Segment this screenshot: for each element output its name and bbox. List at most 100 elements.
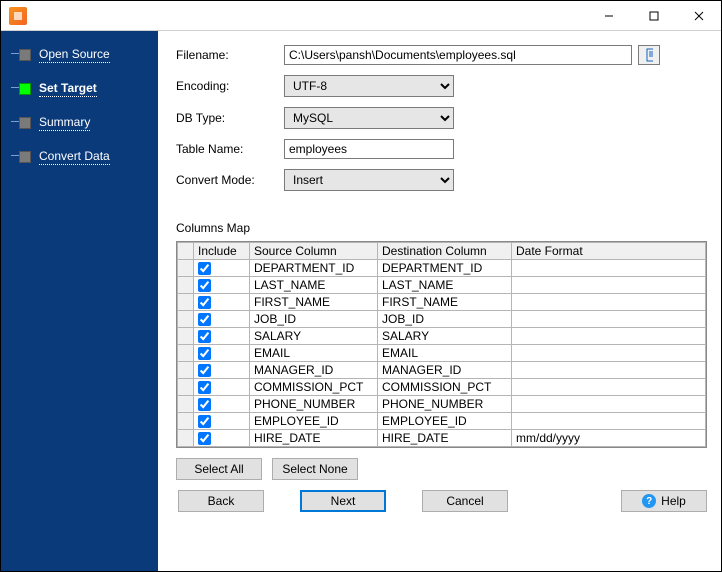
source-cell[interactable]: EMPLOYEE_ID: [250, 413, 378, 430]
table-row[interactable]: DEPARTMENT_IDDEPARTMENT_ID: [178, 260, 706, 277]
dest-cell[interactable]: PHONE_NUMBER: [378, 396, 512, 413]
fmt-cell[interactable]: [512, 260, 706, 277]
row-handle[interactable]: [178, 396, 194, 413]
row-handle[interactable]: [178, 328, 194, 345]
table-row[interactable]: EMPLOYEE_IDEMPLOYEE_ID: [178, 413, 706, 430]
table-row[interactable]: JOB_IDJOB_ID: [178, 311, 706, 328]
source-cell[interactable]: SALARY: [250, 328, 378, 345]
fmt-cell[interactable]: [512, 362, 706, 379]
source-header[interactable]: Source Column: [250, 243, 378, 260]
row-handle[interactable]: [178, 294, 194, 311]
include-checkbox[interactable]: [198, 262, 211, 275]
dest-cell[interactable]: HIRE_DATE: [378, 430, 512, 447]
sidebar-item-label[interactable]: Open Source: [39, 47, 110, 63]
next-button[interactable]: Next: [300, 490, 386, 512]
cancel-button[interactable]: Cancel: [422, 490, 508, 512]
include-cell[interactable]: [194, 260, 250, 277]
select-none-button[interactable]: Select None: [272, 458, 358, 480]
row-handle[interactable]: [178, 311, 194, 328]
row-handle[interactable]: [178, 345, 194, 362]
include-checkbox[interactable]: [198, 313, 211, 326]
dest-cell[interactable]: EMPLOYEE_ID: [378, 413, 512, 430]
maximize-button[interactable]: [631, 1, 676, 31]
sidebar-item-open-source[interactable]: Open Source: [1, 43, 158, 67]
source-cell[interactable]: LAST_NAME: [250, 277, 378, 294]
table-row[interactable]: LAST_NAMELAST_NAME: [178, 277, 706, 294]
minimize-button[interactable]: [586, 1, 631, 31]
sidebar-item-label[interactable]: Summary: [39, 115, 90, 131]
table-row[interactable]: SALARYSALARY: [178, 328, 706, 345]
row-handle[interactable]: [178, 260, 194, 277]
include-cell[interactable]: [194, 379, 250, 396]
sidebar-item-label[interactable]: Convert Data: [39, 149, 110, 165]
fmt-cell[interactable]: mm/dd/yyyy: [512, 430, 706, 447]
close-button[interactable]: [676, 1, 721, 31]
include-checkbox[interactable]: [198, 330, 211, 343]
include-checkbox[interactable]: [198, 432, 211, 445]
fmt-cell[interactable]: [512, 413, 706, 430]
include-cell[interactable]: [194, 277, 250, 294]
source-cell[interactable]: COMMISSION_PCT: [250, 379, 378, 396]
fmt-cell[interactable]: [512, 277, 706, 294]
fmt-cell[interactable]: [512, 379, 706, 396]
back-button[interactable]: Back: [178, 490, 264, 512]
select-all-button[interactable]: Select All: [176, 458, 262, 480]
convertmode-select[interactable]: Insert: [284, 169, 454, 191]
sidebar-item-summary[interactable]: Summary: [1, 111, 158, 135]
row-handle[interactable]: [178, 430, 194, 447]
include-checkbox[interactable]: [198, 279, 211, 292]
include-cell[interactable]: [194, 413, 250, 430]
source-cell[interactable]: DEPARTMENT_ID: [250, 260, 378, 277]
fmt-cell[interactable]: [512, 328, 706, 345]
tablename-input[interactable]: [284, 139, 454, 159]
fmt-cell[interactable]: [512, 311, 706, 328]
dest-cell[interactable]: SALARY: [378, 328, 512, 345]
include-cell[interactable]: [194, 294, 250, 311]
include-cell[interactable]: [194, 430, 250, 447]
filename-input[interactable]: [284, 45, 632, 65]
browse-button[interactable]: [638, 45, 660, 65]
dest-cell[interactable]: EMAIL: [378, 345, 512, 362]
include-checkbox[interactable]: [198, 381, 211, 394]
fmt-cell[interactable]: [512, 396, 706, 413]
dbtype-select[interactable]: MySQL: [284, 107, 454, 129]
dest-cell[interactable]: LAST_NAME: [378, 277, 512, 294]
table-row[interactable]: MANAGER_IDMANAGER_ID: [178, 362, 706, 379]
table-row[interactable]: HIRE_DATEHIRE_DATEmm/dd/yyyy: [178, 430, 706, 447]
include-checkbox[interactable]: [198, 347, 211, 360]
include-checkbox[interactable]: [198, 398, 211, 411]
include-checkbox[interactable]: [198, 415, 211, 428]
dest-cell[interactable]: MANAGER_ID: [378, 362, 512, 379]
include-cell[interactable]: [194, 396, 250, 413]
table-row[interactable]: COMMISSION_PCTCOMMISSION_PCT: [178, 379, 706, 396]
fmt-cell[interactable]: [512, 345, 706, 362]
include-cell[interactable]: [194, 345, 250, 362]
source-cell[interactable]: PHONE_NUMBER: [250, 396, 378, 413]
source-cell[interactable]: MANAGER_ID: [250, 362, 378, 379]
encoding-select[interactable]: UTF-8: [284, 75, 454, 97]
row-handle[interactable]: [178, 362, 194, 379]
row-handle[interactable]: [178, 379, 194, 396]
dest-cell[interactable]: JOB_ID: [378, 311, 512, 328]
fmt-header[interactable]: Date Format: [512, 243, 706, 260]
source-cell[interactable]: FIRST_NAME: [250, 294, 378, 311]
table-row[interactable]: EMAILEMAIL: [178, 345, 706, 362]
include-checkbox[interactable]: [198, 296, 211, 309]
include-cell[interactable]: [194, 311, 250, 328]
dest-header[interactable]: Destination Column: [378, 243, 512, 260]
table-row[interactable]: PHONE_NUMBERPHONE_NUMBER: [178, 396, 706, 413]
source-cell[interactable]: JOB_ID: [250, 311, 378, 328]
dest-cell[interactable]: FIRST_NAME: [378, 294, 512, 311]
include-header[interactable]: Include: [194, 243, 250, 260]
sidebar-item-convert-data[interactable]: Convert Data: [1, 145, 158, 169]
sidebar-item-label[interactable]: Set Target: [39, 81, 97, 97]
table-row[interactable]: FIRST_NAMEFIRST_NAME: [178, 294, 706, 311]
include-checkbox[interactable]: [198, 364, 211, 377]
fmt-cell[interactable]: [512, 294, 706, 311]
sidebar-item-set-target[interactable]: Set Target: [1, 77, 158, 101]
dest-cell[interactable]: COMMISSION_PCT: [378, 379, 512, 396]
source-cell[interactable]: HIRE_DATE: [250, 430, 378, 447]
include-cell[interactable]: [194, 328, 250, 345]
help-button[interactable]: ? Help: [621, 490, 707, 512]
dest-cell[interactable]: DEPARTMENT_ID: [378, 260, 512, 277]
